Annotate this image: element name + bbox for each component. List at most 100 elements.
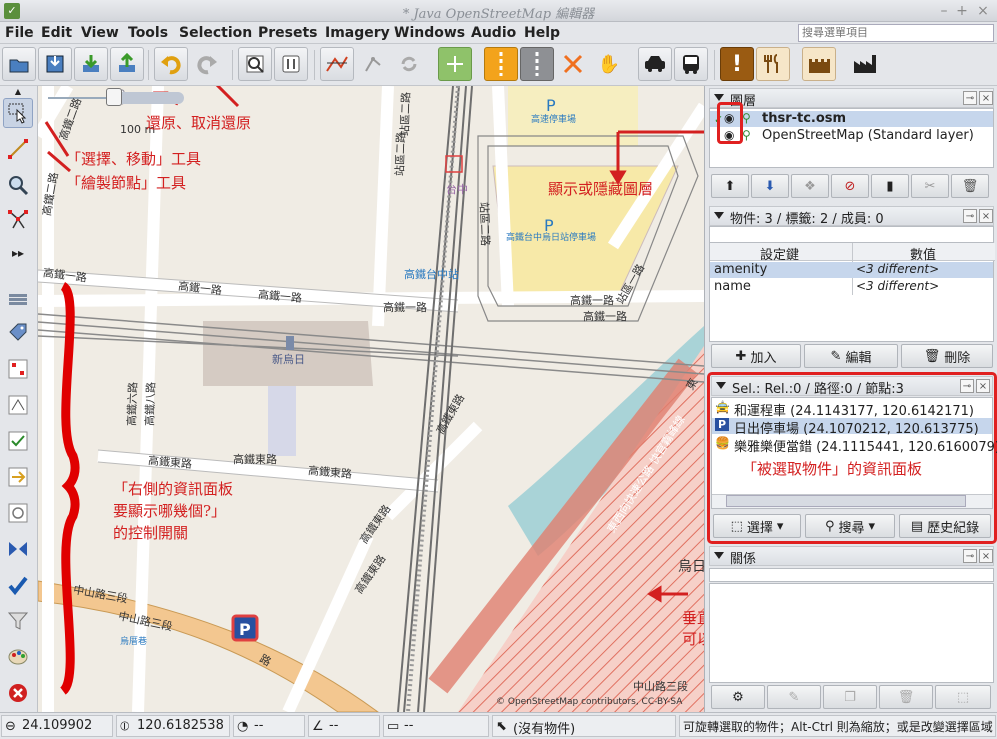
selection-item[interactable]: 樂雅樂便當錯 (24.1115441, 120.6160079) xyxy=(712,436,997,455)
preferences-icon[interactable] xyxy=(274,47,308,81)
close-panel-icon[interactable]: × xyxy=(976,379,990,393)
pin-icon[interactable]: ⊸ xyxy=(963,549,977,563)
select-button[interactable]: ⬚ 選擇 ▾ xyxy=(713,514,801,538)
hand-icon[interactable]: ✋ xyxy=(592,47,626,81)
menu-help[interactable]: Help xyxy=(524,25,560,41)
download-icon[interactable] xyxy=(74,47,108,81)
road-marking-icon[interactable] xyxy=(484,47,518,81)
restaurant-icon[interactable] xyxy=(756,47,790,81)
menu-selection[interactable]: Selection xyxy=(179,25,252,41)
upload-icon[interactable] xyxy=(110,47,144,81)
selection-item[interactable]: 日出停車場 (24.1070212, 120.613775) xyxy=(712,418,992,437)
close-panel-icon[interactable]: × xyxy=(979,91,993,105)
minimize-button[interactable]: – xyxy=(935,2,953,20)
conflict-toggle[interactable] xyxy=(3,462,33,492)
history-button[interactable]: ▤ 歷史紀錄 xyxy=(899,514,991,538)
map-view[interactable]: P P P 100 m 高鐵一路 高鐵一路 高鐵一路 高鐵一路 高鐵一路 高鐵一… xyxy=(38,86,704,712)
filter-toggle[interactable] xyxy=(3,498,33,528)
pin-icon[interactable]: ⊸ xyxy=(963,91,977,105)
relations-filter[interactable] xyxy=(709,568,994,582)
opacity-icon[interactable]: ▮ xyxy=(871,174,909,198)
imagery-toggle[interactable] xyxy=(3,534,33,564)
car-icon[interactable] xyxy=(638,47,672,81)
col-key: 設定鍵 xyxy=(760,248,800,263)
close-panel-icon[interactable]: × xyxy=(979,549,993,563)
selection-panel-title[interactable]: Sel.: Rel.:0 / 路徑:0 / 節點:3 ⊸ × xyxy=(711,376,993,397)
relations-panel-title[interactable]: 關係 ⊸ × xyxy=(709,546,994,567)
undo-icon[interactable] xyxy=(154,47,188,81)
attribution[interactable]: © OpenStreetMap contributors, CC-BY-SA xyxy=(496,697,682,707)
menu-presets[interactable]: Presets xyxy=(258,25,318,41)
tags-toggle[interactable] xyxy=(3,318,33,348)
close-button[interactable]: × xyxy=(974,2,992,20)
draw-node-icon[interactable] xyxy=(3,134,33,164)
zoom-slider-handle[interactable] xyxy=(106,88,122,106)
delete-icon[interactable] xyxy=(3,678,33,708)
scissors-icon[interactable]: ✂ xyxy=(911,174,949,198)
validator-icon[interactable] xyxy=(3,570,33,600)
more-icon[interactable]: ▸▸ xyxy=(3,238,33,268)
improve-way-icon[interactable] xyxy=(3,204,33,234)
zoom-icon[interactable] xyxy=(3,170,33,200)
hazard-icon[interactable]: ! xyxy=(720,47,754,81)
map-label: 新烏日 xyxy=(272,353,305,366)
menu-imagery[interactable]: Imagery xyxy=(325,25,390,41)
add-tag-button[interactable]: ✚ 加入 xyxy=(711,344,801,368)
relations-buttons: ⚙ ✎ ❐ 🗑 ⬚ xyxy=(709,684,994,710)
tags-panel-title[interactable]: 物件: 3 / 標籤: 2 / 成員: 0 ⊸ × xyxy=(709,206,994,227)
selection-toggle[interactable] xyxy=(3,354,33,384)
annotation-select-move: 「選擇、移動」工具 xyxy=(66,150,202,168)
new-relation-icon[interactable]: ⚙ xyxy=(711,685,765,709)
scrollbar-thumb[interactable] xyxy=(726,495,966,507)
move-down-icon[interactable]: ⬇ xyxy=(751,174,789,198)
menu-view[interactable]: View xyxy=(81,25,119,41)
green-resize-icon[interactable] xyxy=(438,47,472,81)
select-relation-icon[interactable]: ⬚ xyxy=(935,685,991,709)
castle-icon[interactable] xyxy=(802,47,836,81)
layer-item[interactable]: thsr-tc.osm xyxy=(710,111,993,127)
zoom-download-icon[interactable] xyxy=(238,47,272,81)
validation-toggle[interactable] xyxy=(3,426,33,456)
edit-relation-icon[interactable]: ✎ xyxy=(767,685,821,709)
layers-panel-title[interactable]: 圖層 ⊸ × xyxy=(709,88,994,109)
filter-icon[interactable] xyxy=(3,606,33,636)
simplify-icon[interactable] xyxy=(356,47,390,81)
redo-icon[interactable] xyxy=(190,47,224,81)
delete-relation-icon[interactable]: 🗑 xyxy=(879,685,933,709)
select-icon[interactable] xyxy=(3,98,33,128)
move-up-icon[interactable]: ⬆ xyxy=(711,174,749,198)
palette-icon[interactable] xyxy=(3,642,33,672)
duplicate-relation-icon[interactable]: ❐ xyxy=(823,685,877,709)
menu-tools[interactable]: Tools xyxy=(128,25,168,41)
pin-icon[interactable]: ⊸ xyxy=(960,379,974,393)
menu-search-input[interactable] xyxy=(798,24,994,42)
delete-tag-button[interactable]: 🗑 刪除 xyxy=(901,344,993,368)
menu-windows[interactable]: Windows xyxy=(394,25,465,41)
edit-tag-button[interactable]: ✎ 編輯 xyxy=(804,344,898,368)
railway-icon[interactable] xyxy=(520,47,554,81)
menu-file[interactable]: File xyxy=(5,25,34,41)
search-button[interactable]: ⚲ 搜尋 ▾ xyxy=(805,514,895,538)
menu-edit[interactable]: Edit xyxy=(41,25,72,41)
refresh-icon[interactable] xyxy=(392,47,426,81)
scroll-up-icon[interactable]: ▲ xyxy=(3,86,33,96)
maximize-button[interactable]: + xyxy=(953,2,971,20)
bus-icon[interactable] xyxy=(674,47,708,81)
tags-filter[interactable] xyxy=(709,226,994,242)
layers-toggle[interactable] xyxy=(3,282,33,312)
merge-icon[interactable]: ❖ xyxy=(791,174,829,198)
hiking-icon[interactable] xyxy=(556,47,590,81)
map-label: 中山路三段 xyxy=(633,680,688,693)
layer-item[interactable]: OpenStreetMap (Standard layer) xyxy=(710,128,993,144)
open-icon[interactable] xyxy=(2,47,36,81)
menu-audio[interactable]: Audio xyxy=(471,25,516,41)
history-toggle[interactable] xyxy=(3,390,33,420)
close-panel-icon[interactable]: × xyxy=(979,209,993,223)
save-icon[interactable] xyxy=(38,47,72,81)
factory-icon[interactable] xyxy=(848,47,882,81)
wireframe-icon[interactable] xyxy=(320,47,354,81)
delete-layer-icon[interactable]: 🗑 xyxy=(951,174,989,198)
visibility-icon[interactable]: ⊘ xyxy=(831,174,869,198)
pin-icon[interactable]: ⊸ xyxy=(963,209,977,223)
selection-item[interactable]: 和運程車 (24.1143177, 120.6142171) xyxy=(712,400,992,419)
